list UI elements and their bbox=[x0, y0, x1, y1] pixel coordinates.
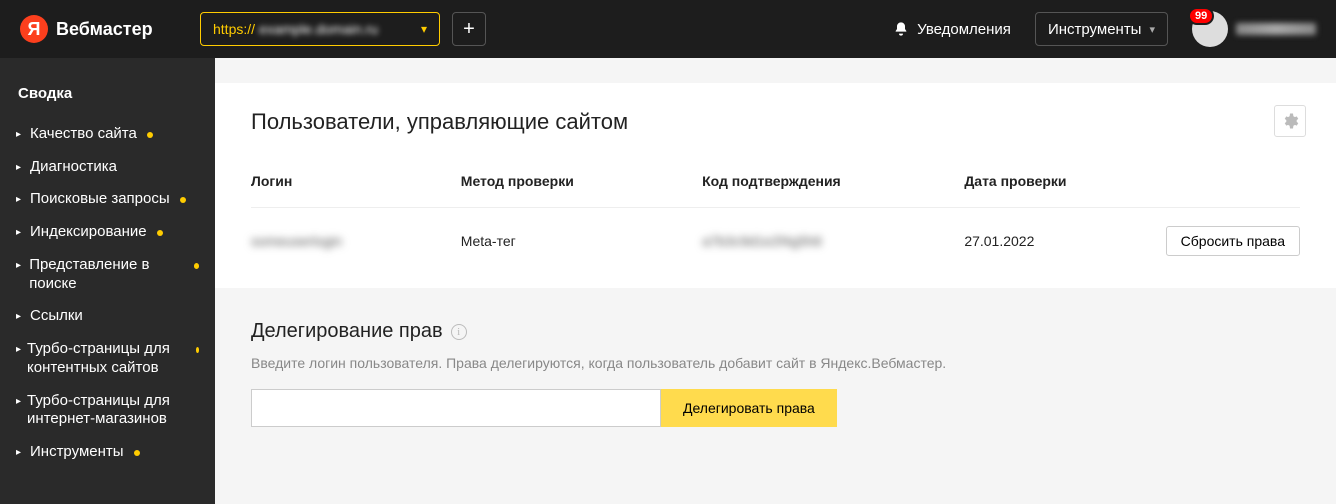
users-card: Пользователи, управляющие сайтом Логин М… bbox=[215, 83, 1336, 288]
caret-right-icon: ▸ bbox=[16, 311, 24, 324]
status-dot-icon bbox=[194, 263, 199, 269]
chevron-down-icon: ▾ bbox=[421, 22, 427, 36]
site-url: https:// example.domain.ru bbox=[213, 21, 378, 37]
site-selector[interactable]: https:// example.domain.ru ▾ bbox=[200, 12, 440, 46]
user-menu[interactable]: 99 bbox=[1192, 11, 1316, 47]
add-site-button[interactable]: + bbox=[452, 12, 486, 46]
delegation-hint: Введите логин пользователя. Права делеги… bbox=[251, 355, 1300, 371]
delegation-section: Делегирование прав i Введите логин польз… bbox=[215, 288, 1336, 427]
sidebar-item-label: Поисковые запросы bbox=[30, 190, 170, 209]
sidebar-item-label: Ссылки bbox=[30, 307, 83, 326]
bell-icon bbox=[893, 21, 909, 37]
table-row: someuserlogin Meta-тег a7b3c9d1e2f4g5h6 … bbox=[251, 208, 1300, 275]
gear-icon bbox=[1281, 112, 1299, 130]
cell-login: someuserlogin bbox=[251, 233, 342, 249]
status-dot-icon bbox=[180, 197, 186, 203]
reset-rights-button[interactable]: Сбросить права bbox=[1166, 226, 1300, 256]
sidebar-item-label: Турбо-страницы для интернет-магазинов bbox=[27, 392, 199, 430]
sidebar: Сводка ▸ Качество сайта ▸ Диагностика ▸ Поиск… bbox=[0, 58, 215, 504]
yandex-logo-icon: Я bbox=[20, 15, 48, 43]
caret-right-icon: ▸ bbox=[16, 344, 21, 357]
sidebar-item-4[interactable]: ▸ Представление в поиске bbox=[0, 249, 215, 301]
caret-right-icon: ▸ bbox=[16, 162, 24, 175]
notification-badge: 99 bbox=[1188, 7, 1214, 25]
sidebar-item-label: Представление в поиске bbox=[29, 256, 183, 294]
tools-dropdown[interactable]: Инструменты ▾ bbox=[1035, 12, 1168, 46]
sidebar-item-2[interactable]: ▸ Поисковые запросы bbox=[0, 183, 215, 216]
col-method: Метод проверки bbox=[461, 165, 702, 208]
sidebar-item-label: Качество сайта bbox=[30, 125, 137, 144]
sidebar-item-6[interactable]: ▸ Турбо-страницы для контентных сайтов bbox=[0, 333, 215, 385]
site-url-prefix: https:// bbox=[213, 21, 255, 37]
info-icon[interactable]: i bbox=[451, 324, 467, 340]
status-dot-icon bbox=[196, 347, 199, 353]
caret-right-icon: ▸ bbox=[16, 260, 23, 273]
caret-right-icon: ▸ bbox=[16, 129, 24, 142]
site-url-value: example.domain.ru bbox=[259, 21, 378, 37]
delegation-title-text: Делегирование прав bbox=[251, 320, 443, 343]
caret-right-icon: ▸ bbox=[16, 396, 21, 409]
status-dot-icon bbox=[157, 230, 163, 236]
sidebar-item-0[interactable]: ▸ Качество сайта bbox=[0, 118, 215, 151]
col-code: Код подтверждения bbox=[702, 165, 964, 208]
tools-label: Инструменты bbox=[1048, 21, 1142, 38]
sidebar-item-label: Сводка bbox=[18, 85, 72, 104]
sidebar-item-label: Инструменты bbox=[30, 443, 124, 462]
sidebar-item-1[interactable]: ▸ Диагностика bbox=[0, 151, 215, 184]
chevron-down-icon: ▾ bbox=[1149, 23, 1155, 36]
settings-button[interactable] bbox=[1274, 105, 1306, 137]
delegate-button[interactable]: Делегировать права bbox=[661, 389, 837, 427]
logo-area[interactable]: Я Вебмастер bbox=[20, 15, 196, 43]
caret-right-icon: ▸ bbox=[16, 447, 24, 460]
sidebar-item-8[interactable]: ▸ Инструменты bbox=[0, 436, 215, 469]
users-table: Логин Метод проверки Код подтверждения Д… bbox=[251, 165, 1300, 274]
cell-date: 27.01.2022 bbox=[964, 233, 1034, 249]
cell-method: Meta-тег bbox=[461, 233, 516, 249]
app-header: Я Вебмастер https:// example.domain.ru ▾… bbox=[0, 0, 1336, 58]
col-login: Логин bbox=[251, 165, 461, 208]
delegation-title: Делегирование прав i bbox=[251, 320, 1300, 343]
users-card-title: Пользователи, управляющие сайтом bbox=[251, 109, 1300, 135]
sidebar-item-5[interactable]: ▸ Ссылки bbox=[0, 300, 215, 333]
sidebar-item-label: Диагностика bbox=[30, 158, 117, 177]
sidebar-item-label: Турбо-страницы для контентных сайтов bbox=[27, 340, 186, 378]
status-dot-icon bbox=[134, 450, 140, 456]
sidebar-item-3[interactable]: ▸ Индексирование bbox=[0, 216, 215, 249]
brand-name: Вебмастер bbox=[56, 19, 153, 40]
notifications-link[interactable]: Уведомления bbox=[893, 21, 1011, 38]
status-dot-icon bbox=[147, 132, 153, 138]
username-blurred bbox=[1236, 23, 1316, 35]
sidebar-item-summary[interactable]: Сводка bbox=[0, 78, 215, 118]
main-content: Пользователи, управляющие сайтом Логин М… bbox=[215, 58, 1336, 504]
notifications-label: Уведомления bbox=[917, 21, 1011, 38]
col-date: Дата проверки bbox=[964, 165, 1153, 208]
cell-code: a7b3c9d1e2f4g5h6 bbox=[702, 233, 822, 249]
sidebar-item-7[interactable]: ▸ Турбо-страницы для интернет-магазинов bbox=[0, 385, 215, 437]
caret-right-icon: ▸ bbox=[16, 194, 24, 207]
avatar: 99 bbox=[1192, 11, 1228, 47]
delegation-login-input[interactable] bbox=[251, 389, 661, 427]
caret-right-icon: ▸ bbox=[16, 227, 24, 240]
sidebar-item-label: Индексирование bbox=[30, 223, 147, 242]
